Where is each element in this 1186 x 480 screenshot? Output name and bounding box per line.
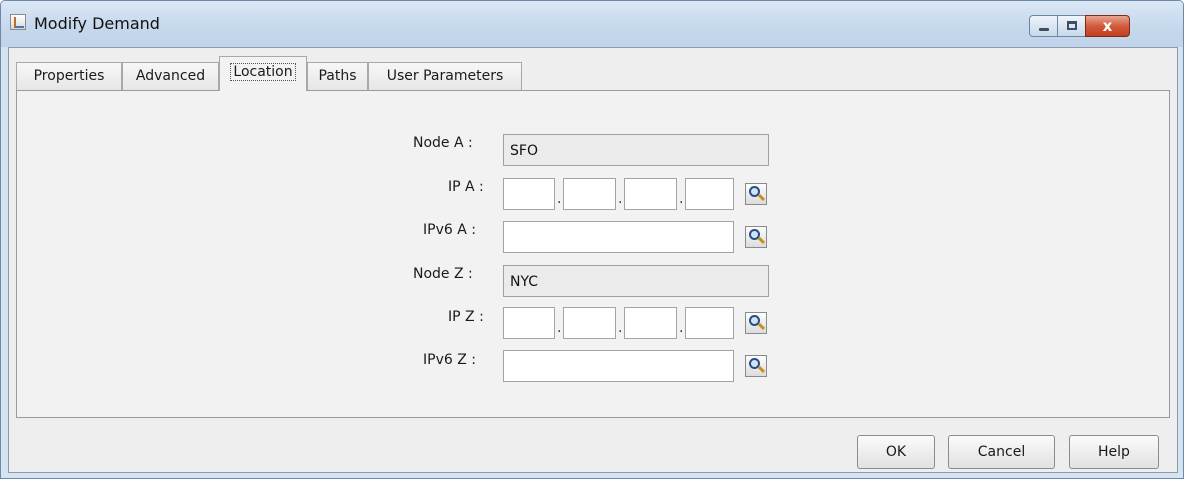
- ip-z-separator: .: [557, 320, 562, 336]
- ip-z-octet-1[interactable]: [503, 307, 555, 339]
- close-button[interactable]: x: [1085, 15, 1130, 37]
- minimize-button[interactable]: [1029, 15, 1058, 37]
- tab-advanced[interactable]: Advanced: [122, 62, 219, 90]
- ip-z-label: IP Z :: [448, 309, 484, 325]
- ip-a-label: IP A :: [448, 179, 484, 195]
- dialog-window: Modify Demand x Properties Advanced Loca…: [0, 0, 1184, 479]
- node-z-label: Node Z :: [413, 266, 473, 282]
- minimize-icon: [1039, 28, 1049, 31]
- window-title: Modify Demand: [34, 14, 160, 33]
- tab-location-label: Location: [230, 63, 296, 81]
- cancel-button[interactable]: Cancel: [948, 435, 1055, 469]
- maximize-button[interactable]: [1057, 15, 1086, 37]
- ip-z-octet-4[interactable]: [685, 307, 734, 339]
- ip-z-lookup-button[interactable]: [745, 312, 767, 334]
- tab-location[interactable]: Location: [219, 56, 307, 91]
- ip-a-octet-2[interactable]: [563, 178, 616, 210]
- java-app-icon: [10, 14, 26, 30]
- close-icon: x: [1102, 17, 1113, 35]
- ip-a-lookup-button[interactable]: [745, 183, 767, 205]
- ip-z-separator: .: [618, 320, 623, 336]
- dialog-content: Properties Advanced Location Paths User …: [8, 47, 1178, 473]
- ok-button[interactable]: OK: [857, 435, 935, 469]
- ip-a-separator: .: [557, 191, 562, 207]
- tab-properties[interactable]: Properties: [16, 62, 122, 90]
- tab-paths[interactable]: Paths: [307, 62, 368, 90]
- ip-a-octet-3[interactable]: [624, 178, 677, 210]
- ip-z-separator: .: [679, 320, 684, 336]
- ip-a-octet-1[interactable]: [503, 178, 555, 210]
- ipv6-z-field[interactable]: [503, 350, 734, 382]
- maximize-icon: [1067, 21, 1077, 30]
- ip-z-octet-3[interactable]: [624, 307, 677, 339]
- ipv6-a-field[interactable]: [503, 221, 734, 253]
- node-a-label: Node A :: [413, 135, 473, 151]
- title-bar[interactable]: Modify Demand x: [1, 1, 1183, 47]
- ip-a-separator: .: [679, 191, 684, 207]
- tab-user-parameters[interactable]: User Parameters: [368, 62, 522, 90]
- ipv6-a-label: IPv6 A :: [423, 222, 476, 238]
- ip-z-octet-2[interactable]: [563, 307, 616, 339]
- ipv6-z-label: IPv6 Z :: [423, 352, 476, 368]
- ip-a-separator: .: [618, 191, 623, 207]
- ip-a-octet-4[interactable]: [685, 178, 734, 210]
- location-panel: Node A : SFO IP A : . . . IPv6 A : Node …: [16, 90, 1170, 418]
- ipv6-a-lookup-button[interactable]: [745, 226, 767, 248]
- node-z-field[interactable]: NYC: [503, 265, 769, 297]
- help-button[interactable]: Help: [1069, 435, 1159, 469]
- ipv6-z-lookup-button[interactable]: [745, 355, 767, 377]
- node-a-field[interactable]: SFO: [503, 134, 769, 166]
